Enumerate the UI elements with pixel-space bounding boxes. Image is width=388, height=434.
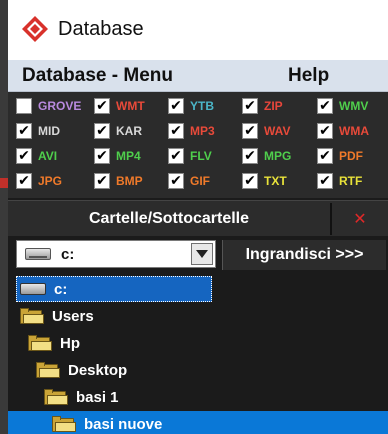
extension-filter-grid: GROVE ✔ WMT ✔ YTB ✔ ZIP ✔ WMV ✔ MID ✔ KAR ✔ MP3 ✔ WAV ✔ WM… bbox=[8, 92, 388, 198]
drive-select[interactable]: c: bbox=[16, 240, 216, 268]
tree-item-label: Users bbox=[52, 307, 94, 325]
window-edge-accent bbox=[0, 178, 8, 188]
tree-item[interactable]: Users bbox=[16, 303, 388, 329]
ext-filter-pdf[interactable]: ✔ PDF bbox=[317, 146, 388, 166]
tree-item[interactable]: basi nuove bbox=[8, 411, 388, 434]
window-edge bbox=[0, 0, 8, 434]
checkbox[interactable] bbox=[16, 98, 32, 114]
ext-filter-zip[interactable]: ✔ ZIP bbox=[242, 96, 316, 116]
ext-label: YTB bbox=[190, 99, 214, 113]
ext-filter-txt[interactable]: ✔ TXT bbox=[242, 171, 316, 191]
ext-label: MID bbox=[38, 124, 60, 138]
ext-label: GIF bbox=[190, 174, 210, 188]
tree-item[interactable]: c: bbox=[16, 276, 212, 302]
ext-filter-flv[interactable]: ✔ FLV bbox=[168, 146, 242, 166]
checkbox[interactable]: ✔ bbox=[94, 98, 110, 114]
enlarge-button[interactable]: Ingrandisci >>> bbox=[222, 240, 386, 270]
ext-label: WMA bbox=[339, 124, 369, 138]
ext-filter-mpg[interactable]: ✔ MPG bbox=[242, 146, 316, 166]
ext-label: WMT bbox=[116, 99, 145, 113]
ext-filter-gif[interactable]: ✔ GIF bbox=[168, 171, 242, 191]
folder-tree: c: Users Hp Desktop basi 1 basi nuove bbox=[8, 276, 388, 434]
checkbox[interactable]: ✔ bbox=[94, 123, 110, 139]
tree-item[interactable]: Desktop bbox=[16, 357, 388, 383]
folder-icon bbox=[52, 416, 76, 432]
ext-filter-mp3[interactable]: ✔ MP3 bbox=[168, 121, 242, 141]
ext-filter-wmv[interactable]: ✔ WMV bbox=[317, 96, 388, 116]
checkbox[interactable]: ✔ bbox=[242, 98, 258, 114]
checkbox[interactable]: ✔ bbox=[16, 123, 32, 139]
ext-filter-ytb[interactable]: ✔ YTB bbox=[168, 96, 242, 116]
ext-filter-kar[interactable]: ✔ KAR bbox=[94, 121, 168, 141]
folder-icon bbox=[28, 335, 52, 351]
checkbox[interactable]: ✔ bbox=[94, 148, 110, 164]
folder-icon bbox=[44, 389, 68, 405]
folder-icon bbox=[20, 308, 44, 324]
checkbox[interactable]: ✔ bbox=[168, 148, 184, 164]
checkbox[interactable]: ✔ bbox=[317, 123, 333, 139]
tree-item-label: Hp bbox=[60, 334, 80, 352]
menu-help[interactable]: Help bbox=[288, 64, 329, 88]
folder-icon bbox=[36, 362, 60, 378]
ext-label: AVI bbox=[38, 149, 58, 163]
checkbox[interactable]: ✔ bbox=[317, 173, 333, 189]
ext-label: GROVE bbox=[38, 99, 82, 113]
app-logo-icon bbox=[22, 16, 48, 42]
ext-label: PDF bbox=[339, 149, 363, 163]
checkbox[interactable]: ✔ bbox=[94, 173, 110, 189]
tree-item-label: c: bbox=[54, 280, 68, 298]
checkbox[interactable]: ✔ bbox=[317, 98, 333, 114]
ext-filter-wma[interactable]: ✔ WMA bbox=[317, 121, 388, 141]
ext-label: MP4 bbox=[116, 149, 141, 163]
ext-filter-grove[interactable]: GROVE bbox=[16, 96, 90, 116]
ext-label: MPG bbox=[264, 149, 292, 163]
ext-label: TXT bbox=[264, 174, 287, 188]
tab-bar: Cartelle/Sottocartelle ✕ bbox=[8, 200, 388, 236]
close-icon[interactable]: ✕ bbox=[332, 201, 388, 237]
ext-filter-jpg[interactable]: ✔ JPG bbox=[16, 171, 90, 191]
checkbox[interactable]: ✔ bbox=[317, 148, 333, 164]
tree-item[interactable]: Hp bbox=[16, 330, 388, 356]
checkbox[interactable]: ✔ bbox=[168, 98, 184, 114]
ext-filter-mp4[interactable]: ✔ MP4 bbox=[94, 146, 168, 166]
menu-bar: Database - Menu Help bbox=[8, 60, 388, 92]
ext-filter-avi[interactable]: ✔ AVI bbox=[16, 146, 90, 166]
ext-label: RTF bbox=[339, 174, 363, 188]
ext-label: ZIP bbox=[264, 99, 283, 113]
checkbox[interactable]: ✔ bbox=[16, 148, 32, 164]
tree-item[interactable]: basi 1 bbox=[16, 384, 388, 410]
tree-item-label: Desktop bbox=[68, 361, 128, 379]
menu-database[interactable]: Database - Menu bbox=[22, 64, 173, 88]
ext-filter-wav[interactable]: ✔ WAV bbox=[242, 121, 316, 141]
checkbox[interactable]: ✔ bbox=[242, 173, 258, 189]
tree-item-label: basi 1 bbox=[76, 388, 119, 406]
ext-label: FLV bbox=[190, 149, 212, 163]
main-panel: Database - Menu Help GROVE ✔ WMT ✔ YTB ✔ ZIP ✔ W… bbox=[8, 60, 388, 434]
drive-icon bbox=[25, 248, 51, 260]
chevron-down-icon[interactable] bbox=[191, 243, 213, 265]
ext-label: WMV bbox=[339, 99, 369, 113]
ext-filter-mid[interactable]: ✔ MID bbox=[16, 121, 90, 141]
checkbox[interactable]: ✔ bbox=[168, 123, 184, 139]
tab-folders[interactable]: Cartelle/Sottocartelle bbox=[8, 201, 330, 237]
ext-label: BMP bbox=[116, 174, 143, 188]
ext-label: MP3 bbox=[190, 124, 215, 138]
title-bar: Database bbox=[8, 0, 388, 60]
window-title: Database bbox=[58, 18, 144, 40]
checkbox[interactable]: ✔ bbox=[168, 173, 184, 189]
tree-item-label: basi nuove bbox=[84, 415, 163, 433]
checkbox[interactable]: ✔ bbox=[242, 123, 258, 139]
checkbox[interactable]: ✔ bbox=[16, 173, 32, 189]
ext-label: KAR bbox=[116, 124, 142, 138]
ext-label: JPG bbox=[38, 174, 63, 188]
drive-icon bbox=[20, 283, 46, 295]
ext-filter-wmt[interactable]: ✔ WMT bbox=[94, 96, 168, 116]
ext-filter-bmp[interactable]: ✔ BMP bbox=[94, 171, 168, 191]
drive-select-value: c: bbox=[61, 245, 75, 263]
ext-label: WAV bbox=[264, 124, 291, 138]
ext-filter-rtf[interactable]: ✔ RTF bbox=[317, 171, 388, 191]
checkbox[interactable]: ✔ bbox=[242, 148, 258, 164]
